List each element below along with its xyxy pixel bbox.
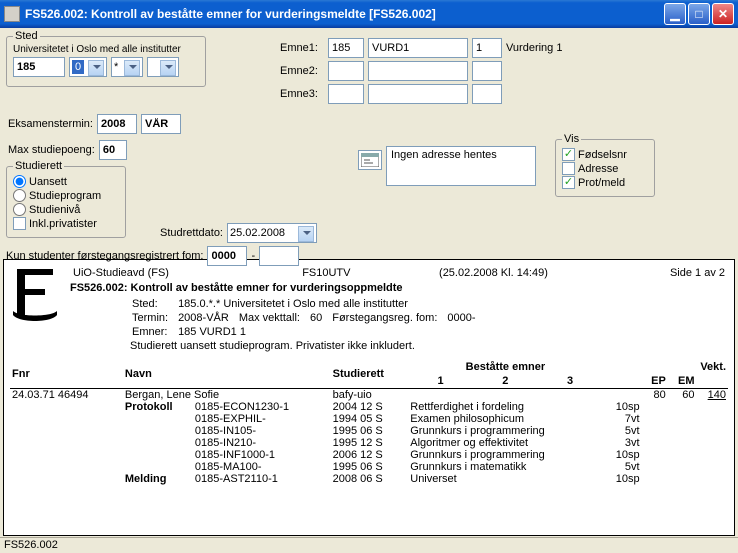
studierett-legend: Studierett bbox=[13, 160, 64, 172]
studrettdato-label: Studrettdato: bbox=[160, 227, 223, 239]
address-text: Ingen adresse hentes bbox=[391, 149, 497, 161]
emne1-c-input[interactable] bbox=[472, 38, 502, 58]
col-navn: Navn bbox=[123, 360, 331, 389]
report-header-mid: FS10UTV bbox=[275, 266, 378, 280]
table-row: 0185-IN210-1995 12 SAlgoritmer og effekt… bbox=[10, 437, 728, 449]
col-fnr: Fnr bbox=[10, 360, 123, 389]
table-row: 0185-IN105-1995 06 SGrunnkurs i programm… bbox=[10, 425, 728, 437]
minimize-button[interactable]: ▁ bbox=[664, 3, 686, 25]
sted-sub1-select[interactable]: 0 bbox=[69, 57, 107, 77]
uansett-radio[interactable]: Uansett bbox=[13, 175, 119, 188]
sted-fieldset: Sted Universitetet i Oslo med alle insti… bbox=[6, 30, 206, 87]
emne2-label: Emne2: bbox=[280, 65, 324, 77]
adresse-check[interactable]: Adresse bbox=[562, 162, 648, 175]
studierett-fieldset: Studierett Uansett Studieprogram Studien… bbox=[6, 160, 126, 238]
report-header-right: Side 1 av 2 bbox=[609, 266, 726, 280]
app-icon bbox=[4, 6, 20, 22]
eksamenstermin-sem-input[interactable] bbox=[141, 114, 181, 134]
window-title: FS526.002: Kontroll av beståtte emner fo… bbox=[25, 7, 664, 21]
report-table: Fnr Navn Studierett Beståtte emner Vekt.… bbox=[10, 360, 728, 485]
table-row: 0185-EXPHIL-1994 05 SExamen philosophicu… bbox=[10, 413, 728, 425]
studieprogram-radio[interactable]: Studieprogram bbox=[13, 189, 119, 202]
emne2-b-input[interactable] bbox=[368, 61, 468, 81]
emne3-b-input[interactable] bbox=[368, 84, 468, 104]
emne3-label: Emne3: bbox=[280, 88, 324, 100]
maximize-button[interactable]: □ bbox=[688, 3, 710, 25]
emne1-label: Emne1: bbox=[280, 42, 324, 54]
table-row: 0185-MA100-1995 06 SGrunnkurs i matemati… bbox=[10, 461, 728, 473]
studrettdato-select[interactable]: 25.02.2008 bbox=[227, 223, 317, 243]
protmeld-check[interactable]: ✓Prot/meld bbox=[562, 176, 648, 189]
form-panel: Sted Universitetet i Oslo med alle insti… bbox=[0, 28, 738, 258]
emne1-a-input[interactable] bbox=[328, 38, 364, 58]
emne-group: Emne1: Vurdering 1 Emne2: Emne3: bbox=[280, 38, 562, 107]
eksamenstermin-label: Eksamenstermin: bbox=[8, 118, 93, 130]
close-button[interactable]: ✕ bbox=[712, 3, 734, 25]
inkl-privatister-check[interactable]: Inkl.privatister bbox=[13, 217, 119, 230]
report-title: FS526.002: Kontroll av beståtte emner fo… bbox=[70, 282, 728, 294]
forstegang-from-input[interactable] bbox=[207, 246, 247, 266]
eksamenstermin-year-input[interactable] bbox=[97, 114, 137, 134]
status-text: FS526.002 bbox=[4, 539, 58, 551]
title-bar: FS526.002: Kontroll av beståtte emner fo… bbox=[0, 0, 738, 28]
table-row: Melding0185-AST2110-12008 06 SUniverset1… bbox=[10, 473, 728, 485]
report-meta: Sted:185.0.*.* Universitetet i Oslo med … bbox=[130, 296, 486, 340]
table-row: Protokoll0185-ECON1230-12004 12 SRettfer… bbox=[10, 401, 728, 413]
emne2-a-input[interactable] bbox=[328, 61, 364, 81]
col-vekt: Vekt. bbox=[642, 360, 728, 374]
vis-fieldset: Vis ✓Fødselsnr Adresse ✓Prot/meld bbox=[555, 133, 655, 197]
col-bestatte: Beståtte emner bbox=[408, 360, 602, 374]
status-bar: FS526.002 bbox=[0, 537, 738, 553]
forstegang-label: Kun studenter førstegangsregistrert fom: bbox=[6, 250, 203, 262]
emne3-c-input[interactable] bbox=[472, 84, 502, 104]
maxpoeng-label: Max studiepoeng: bbox=[8, 144, 95, 156]
emne1-tail: Vurdering 1 bbox=[506, 42, 562, 54]
fodselsnr-check[interactable]: ✓Fødselsnr bbox=[562, 148, 648, 161]
maxpoeng-input[interactable] bbox=[99, 140, 127, 160]
col-studierett: Studierett bbox=[331, 360, 409, 389]
report-header-time: (25.02.2008 Kl. 14:49) bbox=[380, 266, 607, 280]
sted-sub2-select[interactable]: * bbox=[111, 57, 143, 77]
report-note: Studierett uansett studieprogram. Privat… bbox=[130, 340, 728, 352]
sted-sub3-select[interactable] bbox=[147, 57, 179, 77]
sted-legend: Sted bbox=[13, 30, 40, 42]
emne2-c-input[interactable] bbox=[472, 61, 502, 81]
sted-code-input[interactable] bbox=[13, 57, 65, 77]
emne3-a-input[interactable] bbox=[328, 84, 364, 104]
report-header-left: UiO-Studieavd (FS) bbox=[72, 266, 273, 280]
vis-legend: Vis bbox=[562, 133, 581, 145]
report-logo-icon bbox=[10, 264, 60, 322]
forstegang-to-input[interactable] bbox=[259, 246, 299, 266]
address-icon[interactable] bbox=[358, 150, 382, 170]
sted-org: Universitetet i Oslo med alle institutte… bbox=[13, 44, 199, 55]
report-pane: UiO-Studieavd (FS) FS10UTV (25.02.2008 K… bbox=[3, 259, 735, 536]
emne1-b-input[interactable] bbox=[368, 38, 468, 58]
student-row: 24.03.71 46494 Bergan, Lene Sofie bafy-u… bbox=[10, 389, 728, 402]
address-box: Ingen adresse hentes bbox=[386, 146, 536, 186]
table-row: 0185-INF1000-12006 12 SGrunnkurs i progr… bbox=[10, 449, 728, 461]
studieniva-radio[interactable]: Studienivå bbox=[13, 203, 119, 216]
